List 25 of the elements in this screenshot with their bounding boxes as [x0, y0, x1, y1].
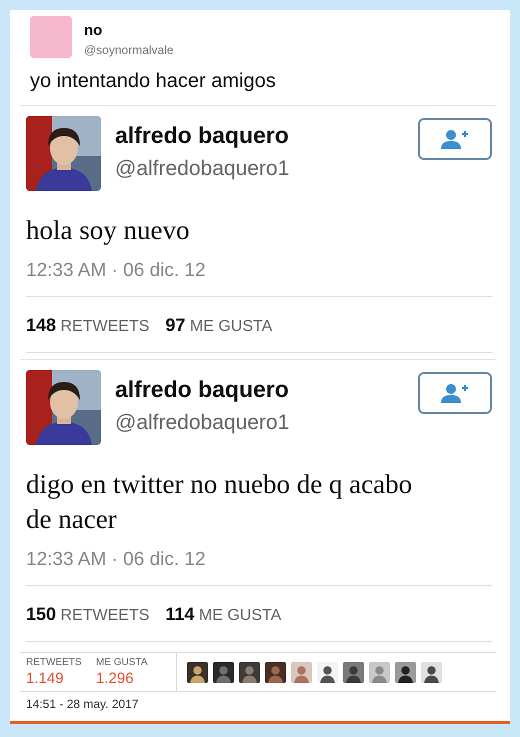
stat-label: RETWEETS — [26, 657, 83, 668]
follow-button[interactable] — [418, 118, 492, 160]
like-count: 1.296 — [96, 670, 135, 688]
avatar — [30, 16, 72, 58]
tweet-date: 14:51 - 28 may. 2017 — [20, 691, 496, 718]
user-handle: @alfredobaquero1 — [115, 157, 290, 181]
display-name: no — [84, 22, 104, 39]
retweet-count: 148 RETWEETS — [26, 315, 150, 336]
retweet-count: 1.149 — [26, 670, 65, 688]
display-name: alfredo baquero — [115, 122, 290, 149]
tweet-time: 12:33 AM · 06 dic. 12 — [26, 260, 492, 298]
follow-button[interactable] — [418, 372, 492, 414]
tweet-time: 12:33 AM · 06 dic. 12 — [26, 549, 492, 586]
add-user-icon — [440, 382, 470, 404]
like-count: 114 ME GUSTA — [165, 604, 282, 626]
display-name: alfredo baquero — [115, 376, 290, 404]
like-count: 97 ME GUSTA — [165, 315, 272, 336]
retweet-count: 150 RETWEETS — [26, 604, 150, 626]
tweet-text: hola soy nuevo — [26, 214, 190, 247]
add-user-icon — [440, 128, 470, 150]
user-handle: @alfredobaquero1 — [115, 411, 290, 436]
tweet-text: yo intentando hacer amigos — [30, 70, 277, 93]
tweet-text: digo en twitter no nuebo de q acabo de nacer — [26, 468, 414, 536]
stat-label: ME GUSTA — [96, 657, 148, 668]
user-handle: @soynormalvale — [84, 43, 174, 57]
